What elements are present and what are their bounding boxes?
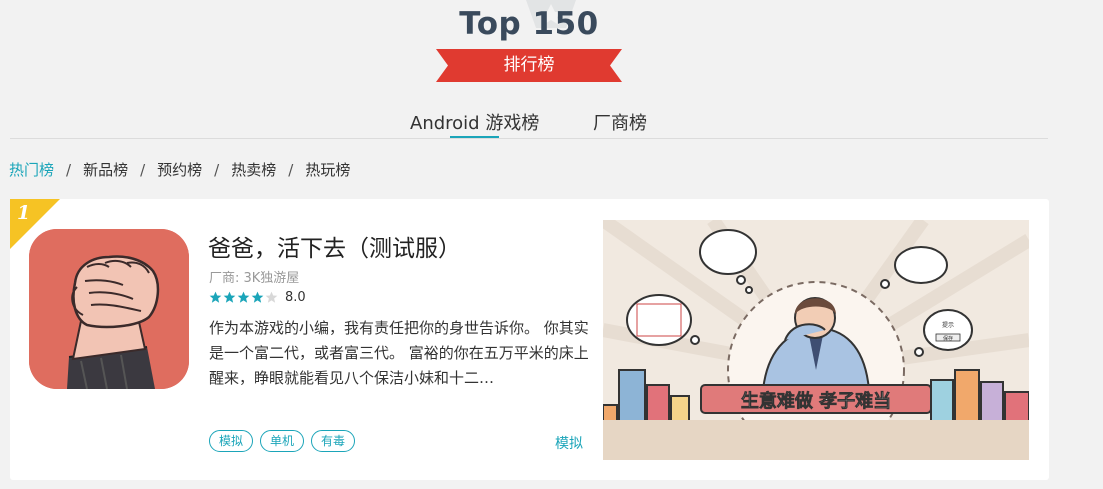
screenshot-hint-text: 提示 <box>942 321 954 329</box>
subnav-item-most-played[interactable]: 热玩榜 <box>305 159 350 180</box>
game-screenshot[interactable]: 提示 保存 生意难做 孝子难当 <box>603 220 1029 460</box>
screenshot-illustration: 提示 保存 生意难做 孝子难当 <box>603 220 1029 460</box>
subnav-item-new[interactable]: 新品榜 <box>83 159 128 180</box>
star-empty-icon <box>265 291 278 303</box>
ribbon-label: 排行榜 <box>503 55 555 75</box>
star-filled-icon <box>223 291 236 303</box>
ranking-page: Top 150 排行榜 Android 游戏榜 厂商榜 热门榜 / 新品榜 / 预约榜 /… <box>0 0 1103 489</box>
subnav-item-hot[interactable]: 热门榜 <box>9 159 54 180</box>
star-filled-icon <box>209 291 222 303</box>
screenshot-save-text: 保存 <box>943 335 953 342</box>
game-vendor: 厂商: 3K独游屋 <box>209 271 300 286</box>
rank-number: 1 <box>17 202 31 224</box>
game-description: 作为本游戏的小编，我有责任把你的身世告诉你。 你其实是一个富二代，或者富三代。 … <box>209 319 589 387</box>
game-category-link[interactable]: 模拟 <box>555 433 583 453</box>
tab-vendors[interactable]: 厂商榜 <box>593 109 647 135</box>
tag-chip[interactable]: 模拟 <box>209 430 254 452</box>
game-rating: 8.0 <box>209 288 306 306</box>
subnav-item-reserve[interactable]: 预约榜 <box>157 159 202 180</box>
game-icon[interactable] <box>29 229 189 389</box>
subnav-separator: / <box>140 161 146 179</box>
subnav-item-bestseller[interactable]: 热卖榜 <box>231 159 276 180</box>
subnav-separator: / <box>214 161 220 179</box>
game-title[interactable]: 爸爸，活下去（测试服） <box>208 229 461 263</box>
subnav-separator: / <box>66 161 72 179</box>
game-card[interactable]: 1 爸爸，活下去（测试服） 厂商: 3K独游屋 8.0 作为本游戏的小编，我有责… <box>10 199 1049 480</box>
rating-score: 8.0 <box>285 289 306 305</box>
sub-ranking-nav: 热门榜 / 新品榜 / 预约榜 / 热卖榜 / 热玩榜 <box>9 159 350 180</box>
page-title: Top 150 <box>459 6 599 42</box>
game-tags: 模拟 单机 有毒 <box>209 430 362 452</box>
ranking-ribbon: 排行榜 <box>436 49 622 82</box>
subnav-separator: / <box>288 161 294 179</box>
star-filled-icon <box>237 291 250 303</box>
tab-android-games[interactable]: Android 游戏榜 <box>410 109 539 135</box>
primary-tabs: Android 游戏榜 厂商榜 <box>0 109 1058 139</box>
tag-chip[interactable]: 有毒 <box>311 430 356 452</box>
star-filled-icon <box>251 291 264 303</box>
screenshot-caption: 生意难做 孝子难当 <box>741 390 891 412</box>
tag-chip[interactable]: 单机 <box>260 430 305 452</box>
tabs-divider <box>10 138 1048 139</box>
fist-icon <box>29 229 189 389</box>
